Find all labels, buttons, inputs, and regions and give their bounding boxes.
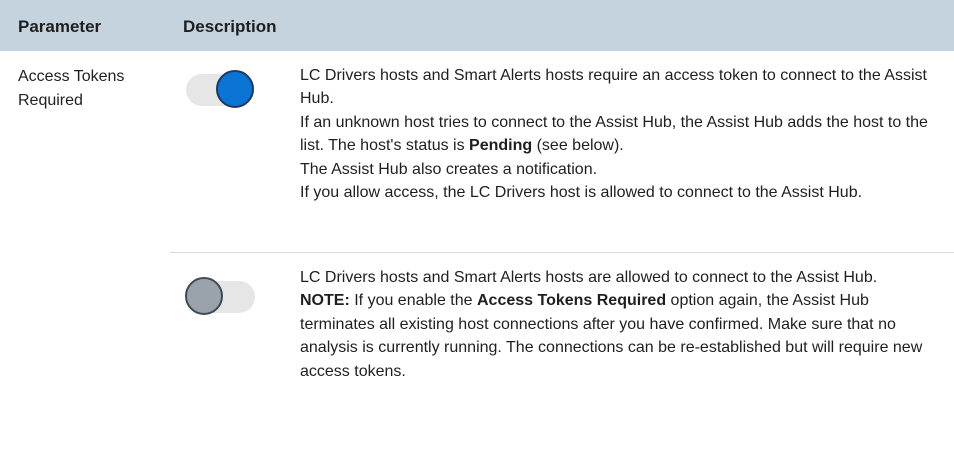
table-header: Parameter Description: [0, 0, 954, 51]
column-header-parameter: Parameter: [18, 17, 102, 36]
note-paragraph: NOTE: If you enable the Access Tokens Re…: [300, 292, 923, 380]
description-line: If an unknown host tries to connect to t…: [300, 113, 928, 155]
toggle-on-icon: [184, 68, 256, 112]
toggle-knob: [216, 70, 254, 108]
description-off-state: LC Drivers hosts and Smart Alerts hosts …: [300, 266, 940, 383]
description-line: LC Drivers hosts and Smart Alerts hosts …: [300, 269, 878, 286]
parameter-name: Access Tokens Required: [18, 68, 125, 109]
toggle-knob: [185, 277, 223, 315]
description-on-state: LC Drivers hosts and Smart Alerts hosts …: [300, 64, 940, 204]
column-header-description: Description: [183, 17, 277, 36]
description-line: The Assist Hub also creates a notificati…: [300, 160, 598, 178]
option-name: Access Tokens Required: [476, 292, 667, 310]
pending-status: Pending: [469, 137, 533, 155]
note-label: NOTE:: [300, 292, 350, 310]
description-line: LC Drivers hosts and Smart Alerts hosts …: [300, 67, 927, 108]
row-divider: [170, 252, 954, 253]
description-line: If you allow access, the LC Drivers host…: [300, 184, 863, 202]
toggle-off-icon: [185, 275, 257, 319]
